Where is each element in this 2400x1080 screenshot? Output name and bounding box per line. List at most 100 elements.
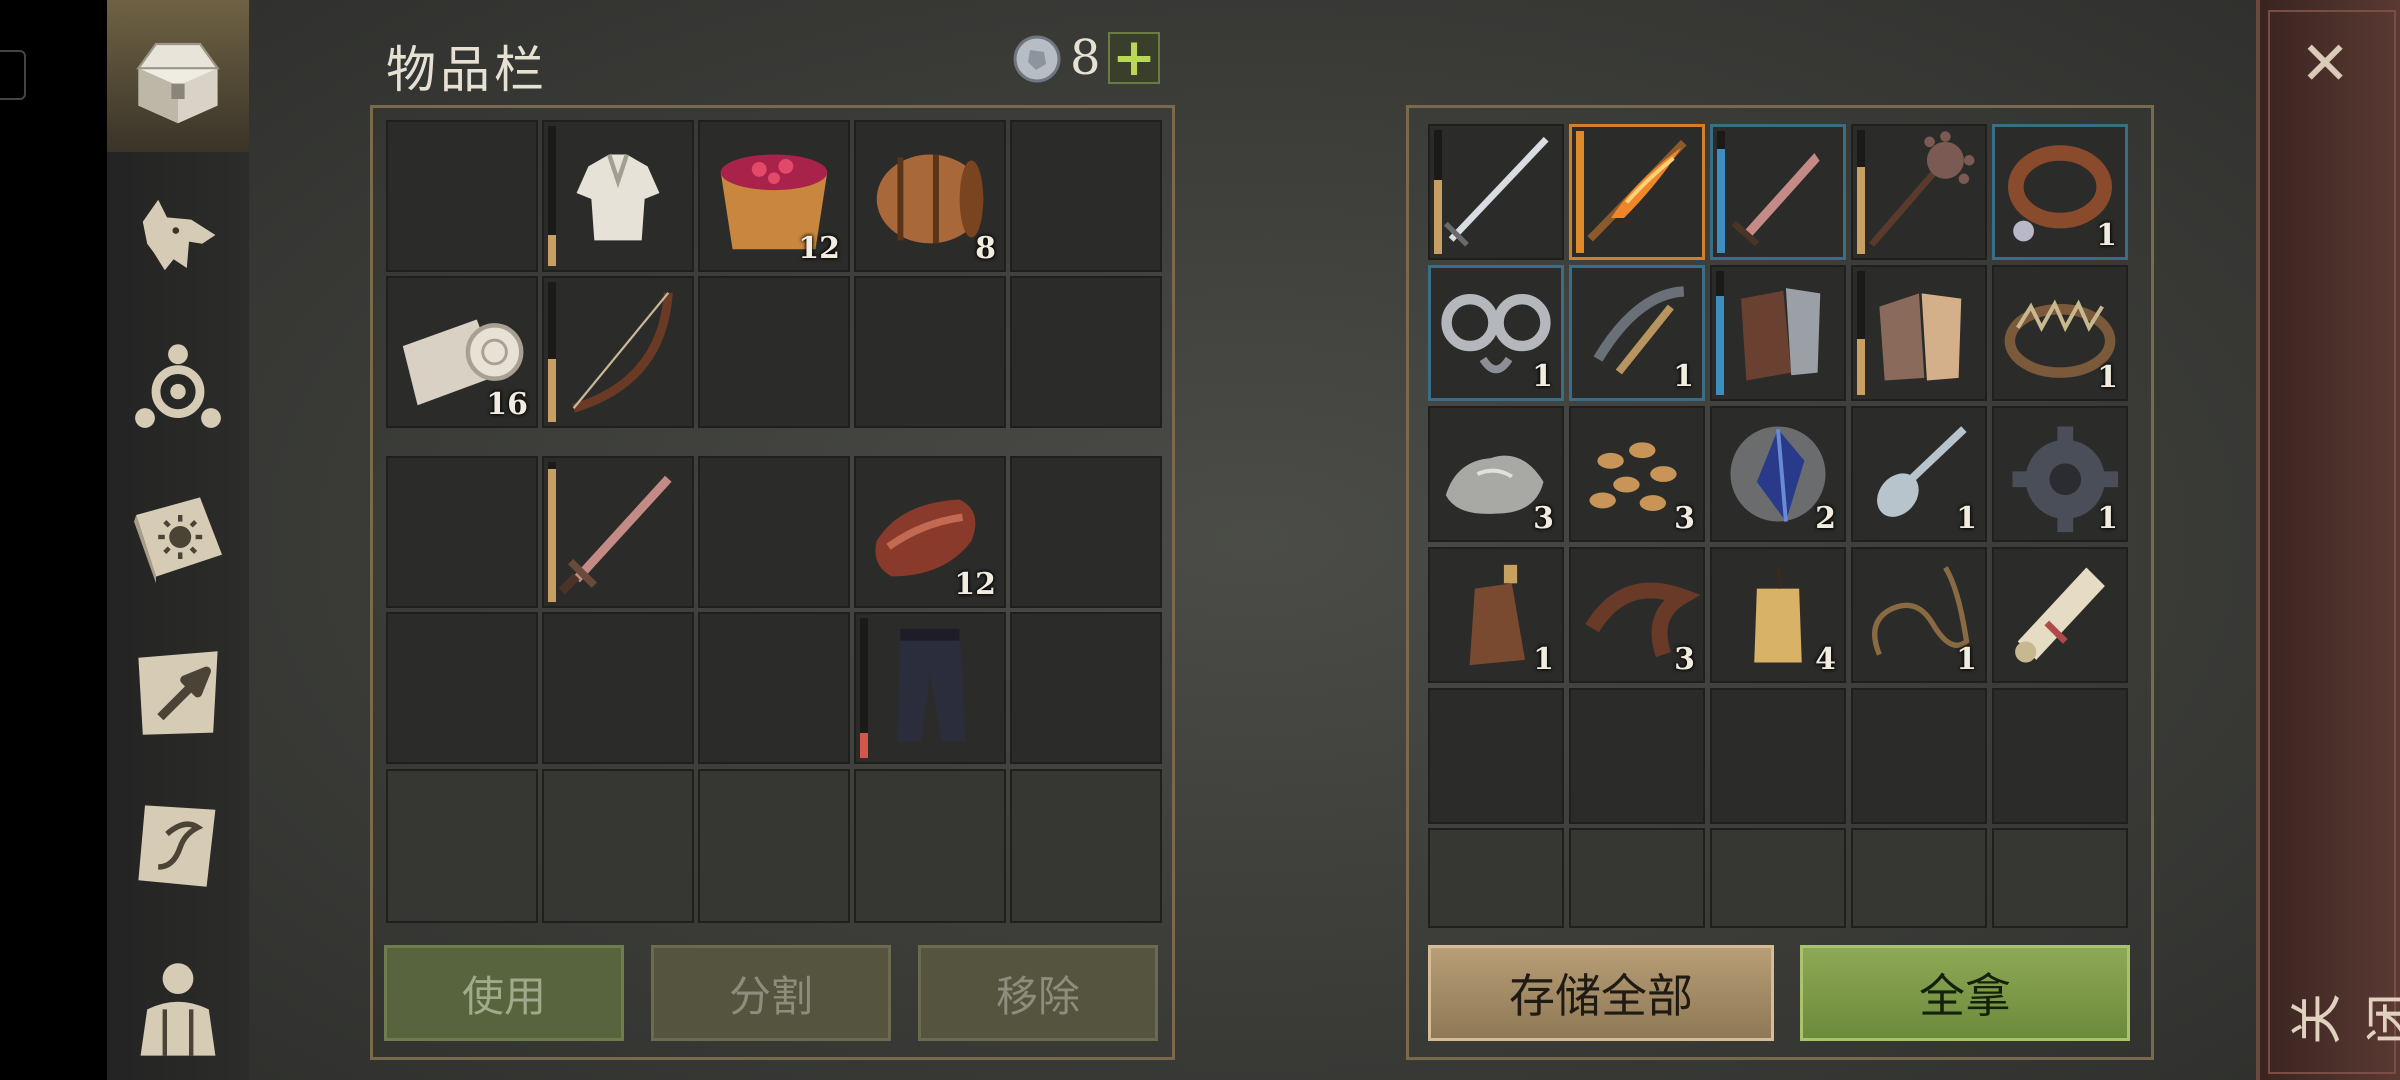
storage-slot[interactable]: 1 <box>1851 406 1987 542</box>
equipment-slot-empty[interactable] <box>698 612 850 764</box>
inventory-slot-empty[interactable] <box>386 769 538 923</box>
sidebar-item-inventory[interactable] <box>107 2 249 152</box>
storage-slot-empty[interactable] <box>1428 828 1564 928</box>
shirt-icon <box>576 153 660 241</box>
use-button[interactable]: 使用 <box>384 945 624 1041</box>
item-count: 1 <box>1673 359 1694 394</box>
sidebar-item-quests[interactable] <box>107 770 249 920</box>
storage-slot[interactable] <box>1851 124 1987 260</box>
inventory-slot-empty[interactable] <box>698 276 850 428</box>
item-count: 1 <box>1956 501 1977 536</box>
storage-slot-empty[interactable] <box>1569 688 1705 824</box>
equipment-slot-empty[interactable] <box>1010 456 1162 608</box>
sword-icon <box>558 475 672 595</box>
storage-slot-empty[interactable] <box>1569 828 1705 928</box>
character-icon <box>140 963 216 1056</box>
item-count: 1 <box>1532 359 1553 394</box>
equipment-slot-empty[interactable] <box>386 612 538 764</box>
close-panel-border <box>2268 10 2396 1074</box>
inventory-slot-empty[interactable] <box>1010 120 1162 272</box>
page-title: 物品栏 <box>386 41 548 99</box>
sidebar-item-journal[interactable] <box>107 462 249 612</box>
screen-edge <box>0 0 107 1080</box>
inventory-slot[interactable]: 12 <box>698 120 850 272</box>
inventory-slot-empty[interactable] <box>1010 276 1162 428</box>
bow-icon <box>572 292 673 413</box>
take-all-button[interactable]: 全拿 <box>1800 945 2130 1041</box>
equipment-slot-empty[interactable] <box>698 456 850 608</box>
sidebar <box>107 0 249 1080</box>
storage-slot[interactable]: 3 <box>1428 406 1564 542</box>
camera-notch <box>0 50 26 100</box>
inventory-slot[interactable]: 16 <box>386 276 538 428</box>
sidebar-item-character[interactable] <box>107 930 249 1080</box>
inventory-slot-empty[interactable] <box>854 276 1006 428</box>
inventory-slot-empty[interactable] <box>854 769 1006 923</box>
close-button[interactable]: 关闭 <box>2275 945 2400 1045</box>
close-panel[interactable] <box>2256 0 2400 1080</box>
item-count: 8 <box>975 231 996 266</box>
item-count: 4 <box>1815 642 1836 677</box>
close-icon[interactable]: ✕ <box>2300 34 2350 94</box>
storage-slot[interactable]: 1 <box>1992 406 2128 542</box>
storage-slot[interactable] <box>1710 265 1846 401</box>
storage-slot-empty[interactable] <box>1851 828 1987 928</box>
storage-slot[interactable]: 1 <box>1428 265 1564 401</box>
store-all-button[interactable]: 存储全部 <box>1428 945 1774 1041</box>
storage-slot[interactable]: 2 <box>1710 406 1846 542</box>
storage-slot-empty[interactable] <box>1992 688 2128 824</box>
item-count: 3 <box>1674 501 1695 536</box>
equipment-slot[interactable] <box>542 456 694 608</box>
gauntlet-icon <box>1741 288 1821 381</box>
storage-slot[interactable]: 3 <box>1569 406 1705 542</box>
sun-book-icon <box>134 497 222 584</box>
item-count: 12 <box>954 567 996 602</box>
inventory-slot-empty[interactable] <box>542 769 694 923</box>
storage-slot[interactable]: 1 <box>1992 265 2128 401</box>
sidebar-item-pets[interactable] <box>107 160 249 310</box>
item-count: 12 <box>798 231 840 266</box>
equipment-slot-empty[interactable] <box>542 612 694 764</box>
item-count: 3 <box>1674 642 1695 677</box>
storage-slot[interactable] <box>1569 124 1705 260</box>
storage-slot[interactable]: 1 <box>1992 124 2128 260</box>
storage-slot-empty[interactable] <box>1710 688 1846 824</box>
item-count: 1 <box>2097 360 2118 395</box>
storage-slot[interactable]: 3 <box>1569 547 1705 683</box>
item-count: 1 <box>2096 218 2117 253</box>
add-currency-button[interactable]: + <box>1108 32 1160 84</box>
inventory-slot-empty[interactable] <box>698 769 850 923</box>
coin-icon <box>1013 35 1061 83</box>
equipment-slot[interactable] <box>854 612 1006 764</box>
storage-empty-row <box>1428 828 2132 928</box>
remove-button[interactable]: 移除 <box>918 945 1158 1041</box>
equipment-slot-empty[interactable] <box>1010 612 1162 764</box>
storage-slot-empty[interactable] <box>1428 688 1564 824</box>
storage-slot[interactable] <box>1428 124 1564 260</box>
storage-slot[interactable] <box>1851 265 1987 401</box>
inventory-slot[interactable]: 8 <box>854 120 1006 272</box>
chain-glove-icon <box>1879 293 1962 381</box>
storage-slot[interactable]: 1 <box>1428 547 1564 683</box>
equipment-slot[interactable]: 12 <box>854 456 1006 608</box>
sidebar-item-skills[interactable] <box>107 310 249 460</box>
storage-slot[interactable]: 1 <box>1569 265 1705 401</box>
storage-slot[interactable]: 4 <box>1710 547 1846 683</box>
inventory-slot-empty[interactable] <box>386 120 538 272</box>
split-button[interactable]: 分割 <box>651 945 891 1041</box>
sidebar-item-crafting[interactable] <box>107 618 249 768</box>
storage-slot[interactable] <box>1992 547 2128 683</box>
chest-icon <box>136 42 220 124</box>
inventory-slot-empty[interactable] <box>1010 769 1162 923</box>
storage-slot[interactable]: 1 <box>1851 547 1987 683</box>
equipment-slot-empty[interactable] <box>386 456 538 608</box>
equipment-grid: 12 <box>386 456 1166 766</box>
storage-slot-empty[interactable] <box>1710 828 1846 928</box>
storage-slot-empty[interactable] <box>1992 828 2128 928</box>
inventory-slot[interactable] <box>542 120 694 272</box>
pants-icon <box>897 628 966 742</box>
storage-slot-empty[interactable] <box>1851 688 1987 824</box>
storage-slot[interactable] <box>1710 124 1846 260</box>
inventory-slot[interactable] <box>542 276 694 428</box>
dagger-icon <box>1731 153 1820 247</box>
